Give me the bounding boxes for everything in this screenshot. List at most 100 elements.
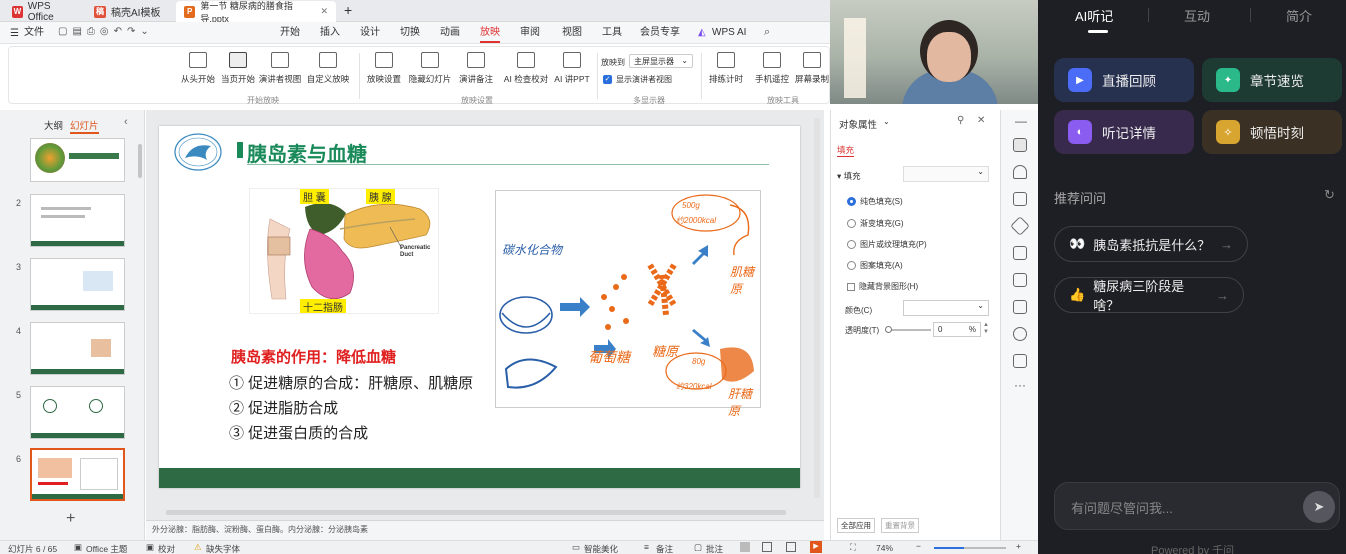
live-replay-card[interactable]: ▶ 直播回顾 <box>1054 58 1194 102</box>
fill-option-pattern[interactable]: 图案填充(A) <box>847 260 903 271</box>
menu-slideshow[interactable]: 放映 <box>480 22 500 44</box>
slide-thumbnail-6[interactable] <box>30 448 125 501</box>
tab-wps-office[interactable]: W WPS Office <box>4 1 82 23</box>
help-icon[interactable] <box>1013 327 1027 341</box>
rehearse-timing-button[interactable]: 排练计时 <box>703 52 749 85</box>
reading-view-icon[interactable] <box>786 542 796 552</box>
tab-template[interactable]: 稿 稿壳AI模板 <box>86 1 172 22</box>
normal-view-icon[interactable] <box>740 542 750 552</box>
question-chip-2[interactable]: 👍 糖尿病三阶段是啥？ → <box>1054 277 1244 313</box>
slide-thumbnail-1[interactable] <box>30 138 125 182</box>
refresh-icon[interactable]: ↻ <box>1324 187 1335 203</box>
hide-background-checkbox[interactable]: 隐藏背景图形(H) <box>847 281 918 292</box>
menu-tools[interactable]: 工具 <box>602 22 622 44</box>
image-icon[interactable] <box>1013 273 1027 287</box>
comments-button[interactable]: 批注 <box>706 543 723 554</box>
comment-icon[interactable] <box>1013 354 1027 368</box>
theme-label[interactable]: Office 主题 <box>86 543 127 554</box>
question-chip-1[interactable]: 👀 胰岛素抵抗是什么？ → <box>1054 226 1248 262</box>
quick-access-icons[interactable]: ▢▤⎙◎↶↷⌄ <box>58 26 154 37</box>
slide-thumbnail-2[interactable] <box>30 194 125 247</box>
menu-wps-ai[interactable]: WPS AI <box>712 22 746 44</box>
screen-record-button[interactable]: 屏幕录制 <box>789 52 835 85</box>
menu-insert[interactable]: 插入 <box>320 22 340 44</box>
collapse-pane-icon[interactable]: ‹ <box>124 116 128 128</box>
play-current-button[interactable]: 当页开始 <box>215 52 261 85</box>
slideshow-settings-button[interactable]: 放映设置 <box>361 52 407 85</box>
tab-intro[interactable]: 简介 <box>1286 6 1312 25</box>
tab-pptx-document[interactable]: P 第一节 糖尿病的膳食指导.pptx ✕ <box>176 1 336 24</box>
tab-ai-notes[interactable]: AI听记 <box>1075 6 1113 25</box>
proofread-button[interactable]: 校对 <box>158 543 175 554</box>
zoom-level[interactable]: 74% <box>876 543 893 553</box>
horizontal-scrollbar[interactable] <box>166 510 786 515</box>
menu-animation[interactable]: 动画 <box>440 22 460 44</box>
menu-member[interactable]: 会员专享 <box>640 22 680 44</box>
transparency-slider[interactable] <box>885 326 931 333</box>
add-slide-button[interactable]: + <box>66 510 75 528</box>
close-tab-icon[interactable]: ✕ <box>320 6 328 17</box>
monitor-select[interactable]: 主屏显示器 ⌄ <box>629 54 693 68</box>
ai-present-button[interactable]: AI 讲PPT <box>549 52 595 85</box>
question-input-box[interactable]: 有问题尽管问我... ➤ <box>1054 482 1340 530</box>
hide-slide-button[interactable]: 隐藏幻灯片 <box>407 52 453 85</box>
zoom-slider[interactable] <box>934 547 1006 549</box>
insight-moment-card[interactable]: ✧ 顿悟时刻 <box>1202 110 1342 154</box>
slide-6[interactable]: 胰岛素与血糖 胆 囊 胰 腺 Pancreatic Duct 十二指肠 碳水化合… <box>159 126 800 488</box>
reset-background-button[interactable]: 重置背景 <box>881 518 919 533</box>
search-icon[interactable]: ⌕ <box>764 26 770 39</box>
notes-detail-card[interactable]: ◐ 听记详情 <box>1054 110 1194 154</box>
vertical-scrollbar[interactable] <box>814 118 820 498</box>
new-tab-button[interactable]: + <box>344 2 352 18</box>
notes-area[interactable]: 外分泌腺：脂肪酶、淀粉酶、蛋白酶。内分泌腺：分泌胰岛素 <box>146 520 824 540</box>
more-icon[interactable]: ··· <box>1014 378 1026 392</box>
custom-show-button[interactable]: 自定义放映 <box>305 52 351 85</box>
tab-interaction[interactable]: 互动 <box>1184 6 1210 25</box>
zoom-out-icon[interactable]: − <box>916 541 921 551</box>
tab-outline[interactable]: 大纲 <box>44 118 63 132</box>
send-button[interactable]: ➤ <box>1303 491 1335 523</box>
clip-icon[interactable] <box>1013 300 1027 314</box>
fill-section-toggle[interactable]: ▾ 填充 <box>837 170 861 182</box>
notes-button[interactable]: 备注 <box>656 543 673 554</box>
copy-icon[interactable] <box>1013 192 1027 206</box>
beautify-button[interactable]: 智能美化 <box>584 543 618 554</box>
color-picker[interactable]: ⌄ <box>903 300 989 316</box>
presenter-view-button[interactable]: 演讲者视图 <box>257 52 303 85</box>
menu-design[interactable]: 设计 <box>360 22 380 44</box>
fit-window-icon[interactable]: ⛶ <box>850 542 856 553</box>
slide-thumbnail-4[interactable] <box>30 322 125 375</box>
presenter-view-checkbox[interactable]: ✓ <box>603 75 612 84</box>
menu-review[interactable]: 审阅 <box>520 22 540 44</box>
chevron-down-icon[interactable]: ⌄ <box>883 117 890 126</box>
apply-all-button[interactable]: 全部应用 <box>837 518 875 533</box>
fill-option-solid[interactable]: 纯色填充(S) <box>847 196 903 207</box>
properties-icon[interactable] <box>1013 138 1027 152</box>
slide-thumbnail-3[interactable] <box>30 258 125 311</box>
minimize-icon[interactable]: — <box>1015 114 1027 128</box>
menu-home[interactable]: 开始 <box>280 22 300 44</box>
play-slideshow-icon[interactable]: ▶ <box>810 541 822 553</box>
fill-type-select[interactable]: ⌄ <box>903 166 989 182</box>
chapter-overview-card[interactable]: ✦ 章节速览 <box>1202 58 1342 102</box>
pin-icon[interactable]: ⚲ <box>957 115 964 126</box>
zoom-in-icon[interactable]: + <box>1016 541 1021 551</box>
tab-fill[interactable]: 填充 <box>837 144 855 157</box>
menu-file[interactable]: 文件 <box>24 22 44 44</box>
fill-option-picture[interactable]: 图片或纹理填充(P) <box>847 239 927 250</box>
transparency-input[interactable]: 0% <box>933 322 981 337</box>
fill-option-gradient[interactable]: 渐变填充(G) <box>847 218 904 229</box>
pane-scrollbar[interactable] <box>138 144 142 178</box>
shirt-icon[interactable] <box>1013 246 1027 260</box>
slider-handle[interactable] <box>885 326 892 333</box>
ai-proofread-button[interactable]: AI 检查校对 <box>503 52 549 85</box>
star-icon[interactable] <box>1013 165 1027 179</box>
spinner-arrows-icon[interactable]: ▲ ▼ <box>983 322 989 336</box>
hamburger-icon[interactable]: ☰ <box>10 28 19 39</box>
menu-view[interactable]: 视图 <box>562 22 582 44</box>
missing-font-button[interactable]: 缺失字体 <box>206 543 240 554</box>
speaker-notes-button[interactable]: 演讲备注 <box>453 52 499 85</box>
sorter-view-icon[interactable] <box>762 542 772 552</box>
slide-thumbnail-5[interactable] <box>30 386 125 439</box>
menu-transition[interactable]: 切换 <box>400 22 420 44</box>
